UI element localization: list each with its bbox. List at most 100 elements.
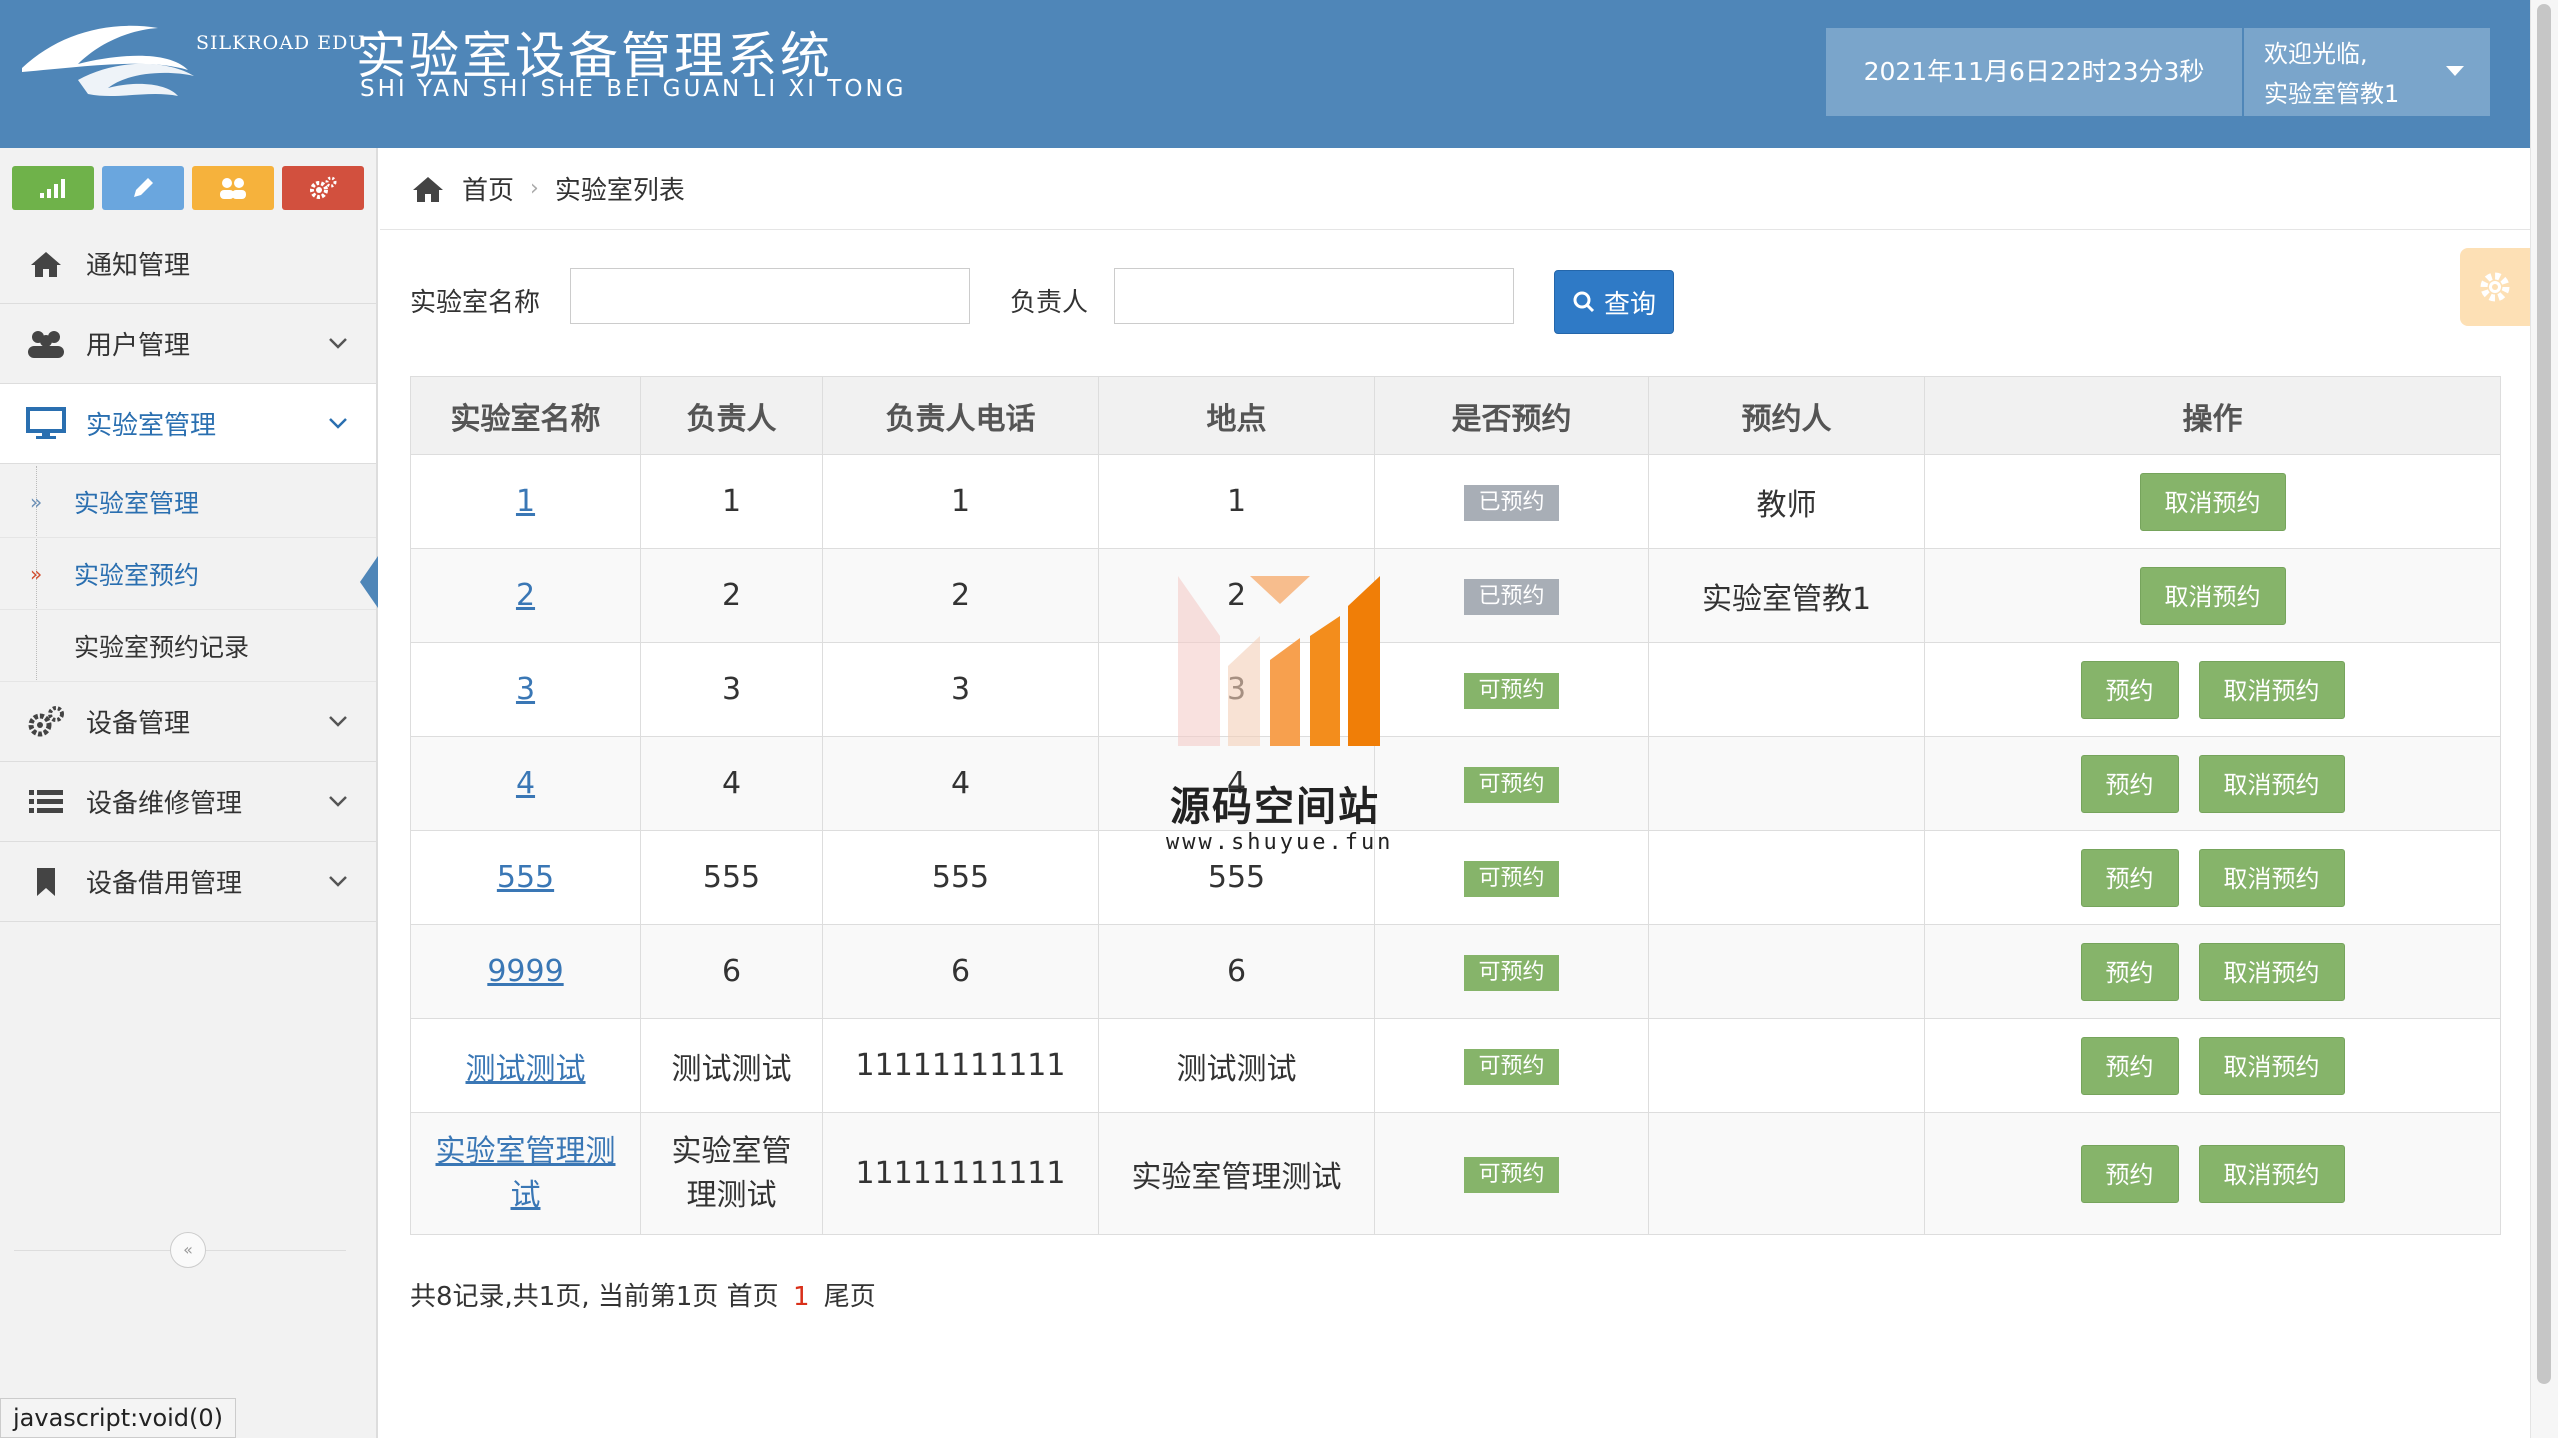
pager-summary: 共8记录,共1页, 当前第1页 首页	[410, 1282, 779, 1312]
column-header: 负责人电话	[822, 376, 1099, 455]
status-badge: 可预约	[1464, 1157, 1559, 1193]
sidebar-item-notice[interactable]: 通知管理	[0, 224, 376, 304]
reserve-button[interactable]: 预约	[2080, 754, 2179, 813]
cancel-reserve-button[interactable]: 取消预约	[2198, 942, 2345, 1001]
chevron-down-icon	[329, 716, 347, 727]
home-icon	[24, 246, 68, 282]
status-badge: 可预约	[1464, 767, 1559, 803]
sidebar-item-equipment[interactable]: 设备管理	[0, 682, 376, 762]
pencil-icon	[134, 178, 153, 197]
sidebar-item-lab[interactable]: 实验室管理	[0, 384, 376, 464]
reserver-cell: 实验室管教1	[1648, 548, 1925, 643]
double-chevron-icon: »	[30, 561, 43, 586]
phone-cell: 11111111111	[822, 1112, 1099, 1235]
lab-name-link[interactable]: 实验室管理测试	[436, 1134, 616, 1213]
location-cell: 3	[1098, 642, 1375, 737]
app-subtitle: SHI YAN SHI SHE BEI GUAN LI XI TONG	[360, 76, 907, 102]
pager-last-link[interactable]: 尾页	[824, 1282, 876, 1312]
owner-cell: 测试测试	[640, 1018, 823, 1113]
column-header: 操作	[1924, 376, 2501, 455]
query-button-label: 查询	[1603, 289, 1656, 320]
column-header: 预约人	[1648, 376, 1925, 455]
phone-cell: 2	[822, 548, 1099, 643]
reserver-cell: 教师	[1648, 454, 1925, 549]
table-row: 2 2 2 2 已预约 实验室管教1 取消预约	[410, 548, 2501, 643]
reserve-button[interactable]: 预约	[2080, 848, 2179, 907]
cancel-reserve-button[interactable]: 取消预约	[2198, 1036, 2345, 1095]
gear-icon	[2480, 272, 2510, 302]
phone-cell: 6	[822, 924, 1099, 1019]
location-cell: 实验室管理测试	[1098, 1112, 1375, 1235]
cancel-reserve-button[interactable]: 取消预约	[2139, 472, 2286, 531]
submenu-label: 实验室管理	[74, 488, 200, 518]
shortcut-users-button[interactable]	[192, 166, 274, 210]
chevron-down-icon	[329, 796, 347, 807]
lab-table: 实验室名称 负责人 负责人电话 地点 是否预约 预约人 操作 1 1 1 1 已…	[410, 376, 2501, 1235]
owner-cell: 2	[640, 548, 823, 643]
lab-name-input[interactable]	[570, 268, 970, 324]
watermark-url: www.shuyue.fun	[1166, 830, 1394, 855]
owner-cell: 6	[640, 924, 823, 1019]
cancel-reserve-button[interactable]: 取消预约	[2198, 1144, 2345, 1203]
sidebar-collapse-button[interactable]: «	[170, 1232, 206, 1268]
query-button[interactable]: 查询	[1554, 270, 1674, 334]
table-row: 4 4 4 4 可预约 预约 取消预约	[410, 736, 2501, 831]
sidebar-item-label: 设备维修管理	[86, 789, 243, 819]
cancel-reserve-button[interactable]: 取消预约	[2139, 566, 2286, 625]
column-header: 实验室名称	[410, 376, 641, 455]
user-menu[interactable]: 欢迎光临, 实验室管教1	[2244, 28, 2490, 116]
reserve-button[interactable]: 预约	[2080, 942, 2179, 1001]
sidebar-item-repair[interactable]: 设备维修管理	[0, 762, 376, 842]
cancel-reserve-button[interactable]: 取消预约	[2198, 754, 2345, 813]
column-header: 地点	[1098, 376, 1375, 455]
cancel-reserve-button[interactable]: 取消预约	[2198, 660, 2345, 719]
reserve-button[interactable]: 预约	[2080, 1036, 2179, 1095]
phone-cell: 11111111111	[822, 1018, 1099, 1113]
submenu-lab-reserve[interactable]: » 实验室预约	[0, 538, 378, 610]
location-cell: 测试测试	[1098, 1018, 1375, 1113]
list-icon	[24, 784, 68, 820]
cancel-reserve-button[interactable]: 取消预约	[2198, 848, 2345, 907]
shortcut-stats-button[interactable]	[12, 166, 94, 210]
submenu-reserve-records[interactable]: 实验室预约记录	[0, 610, 376, 682]
owner-cell: 1	[640, 454, 823, 549]
breadcrumb-home[interactable]: 首页	[462, 170, 514, 207]
lab-name-link[interactable]: 2	[516, 578, 535, 613]
status-badge: 可预约	[1464, 955, 1559, 991]
lab-name-link[interactable]: 3	[516, 672, 535, 707]
pager-current-page[interactable]: 1	[793, 1282, 810, 1312]
sidebar-item-borrow[interactable]: 设备借用管理	[0, 842, 376, 922]
reserve-button[interactable]: 预约	[2080, 1144, 2179, 1203]
lab-name-link[interactable]: 9999	[487, 954, 563, 989]
sidebar-item-label: 设备借用管理	[86, 869, 243, 899]
status-badge: 可预约	[1464, 1049, 1559, 1085]
location-cell: 6	[1098, 924, 1375, 1019]
breadcrumb-separator: ›	[530, 176, 539, 201]
submenu-lab-manage[interactable]: » 实验室管理	[0, 466, 376, 538]
owner-cell: 4	[640, 736, 823, 831]
sidebar-item-label: 设备管理	[86, 709, 191, 739]
lab-name-link[interactable]: 1	[516, 484, 535, 519]
sidebar-item-users[interactable]: 用户管理	[0, 304, 376, 384]
sidebar-item-label: 通知管理	[86, 251, 191, 281]
shortcut-settings-button[interactable]	[282, 166, 364, 210]
owner-input[interactable]	[1114, 268, 1514, 324]
status-badge: 可预约	[1464, 673, 1559, 709]
settings-toggle[interactable]	[2460, 248, 2530, 326]
chevron-down-icon	[329, 338, 347, 349]
reserver-cell	[1648, 924, 1925, 1019]
signal-icon	[40, 179, 65, 198]
owner-cell: 实验室管理测试	[640, 1112, 823, 1235]
shortcut-edit-button[interactable]	[102, 166, 184, 210]
scrollbar-thumb[interactable]	[2537, 4, 2551, 1384]
double-chevron-icon: »	[30, 489, 43, 514]
lab-name-link[interactable]: 4	[516, 766, 535, 801]
owner-cell: 555	[640, 830, 823, 925]
home-icon[interactable]	[410, 174, 446, 204]
reserve-button[interactable]: 预约	[2080, 660, 2179, 719]
table-row: 实验室管理测试 实验室管理测试 11111111111 实验室管理测试 可预约 …	[410, 1112, 2501, 1235]
lab-name-link[interactable]: 测试测试	[466, 1052, 586, 1087]
lab-name-link[interactable]: 555	[497, 860, 554, 895]
table-row: 9999 6 6 6 可预约 预约 取消预约	[410, 924, 2501, 1019]
bookmark-icon	[24, 864, 68, 900]
